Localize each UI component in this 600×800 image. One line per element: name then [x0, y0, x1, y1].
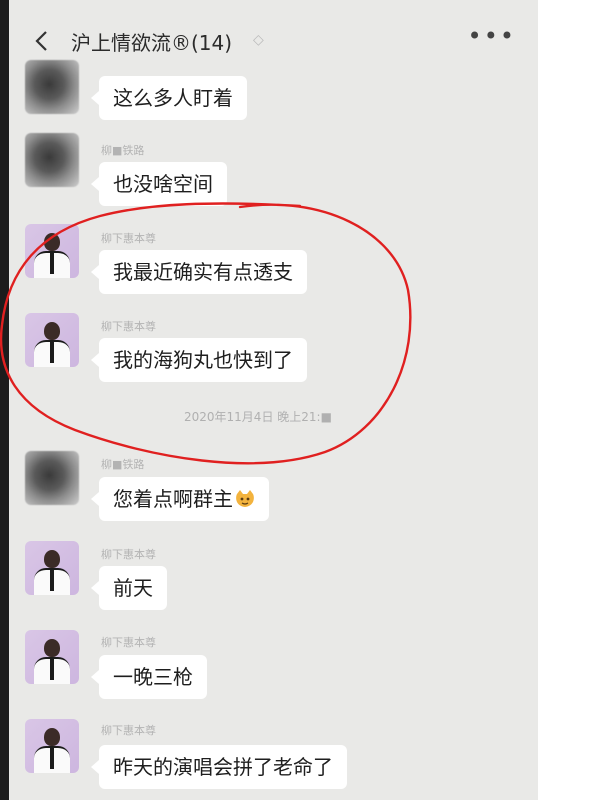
avatar[interactable]	[25, 719, 79, 773]
more-dots-icon[interactable]: •••	[468, 22, 516, 50]
message-bubble[interactable]: 昨天的演唱会拼了老命了	[91, 745, 347, 789]
avatar[interactable]	[25, 224, 79, 278]
avatar[interactable]	[25, 313, 79, 367]
message-bubble[interactable]: 一晚三枪	[91, 655, 207, 699]
sender-name: 柳下惠本尊	[101, 636, 156, 649]
message-timestamp: 2020年11月4日 晚上21:■	[184, 410, 332, 424]
photo-margin	[538, 0, 600, 800]
sender-name: 柳下惠本尊	[101, 232, 156, 245]
message-bubble[interactable]: 也没啥空间	[91, 162, 227, 206]
avatar[interactable]	[25, 451, 79, 505]
message-bubble[interactable]: 这么多人盯着	[91, 76, 247, 120]
avatar[interactable]	[25, 630, 79, 684]
avatar[interactable]	[25, 541, 79, 595]
sender-name: 柳■铁路	[101, 458, 145, 471]
avatar[interactable]	[25, 60, 79, 114]
sender-name: 柳下惠本尊	[101, 548, 156, 561]
group-title: 沪上情欲流®(14)	[71, 31, 233, 55]
chat-screen: 沪上情欲流®(14) ◇ ••• 这么多人盯着 柳■铁路 也没啥空间 柳下惠本尊…	[9, 0, 538, 800]
message-bubble[interactable]: 您着点啊群主	[91, 477, 269, 521]
mute-bell-icon: ◇	[253, 32, 264, 48]
sender-name: 柳下惠本尊	[101, 320, 156, 333]
message-bubble[interactable]: 我的海狗丸也快到了	[91, 338, 307, 382]
chat-header: 沪上情欲流®(14) ◇ •••	[9, 0, 538, 70]
avatar[interactable]	[25, 133, 79, 187]
sender-name: 柳■铁路	[101, 144, 145, 157]
message-bubble[interactable]: 前天	[91, 566, 167, 610]
chevron-left-icon[interactable]	[33, 30, 51, 52]
message-bubble[interactable]: 我最近确实有点透支	[91, 250, 307, 294]
screen-bezel	[0, 0, 9, 800]
sender-name: 柳下惠本尊	[101, 724, 156, 737]
cat-face-emoji	[236, 490, 254, 507]
